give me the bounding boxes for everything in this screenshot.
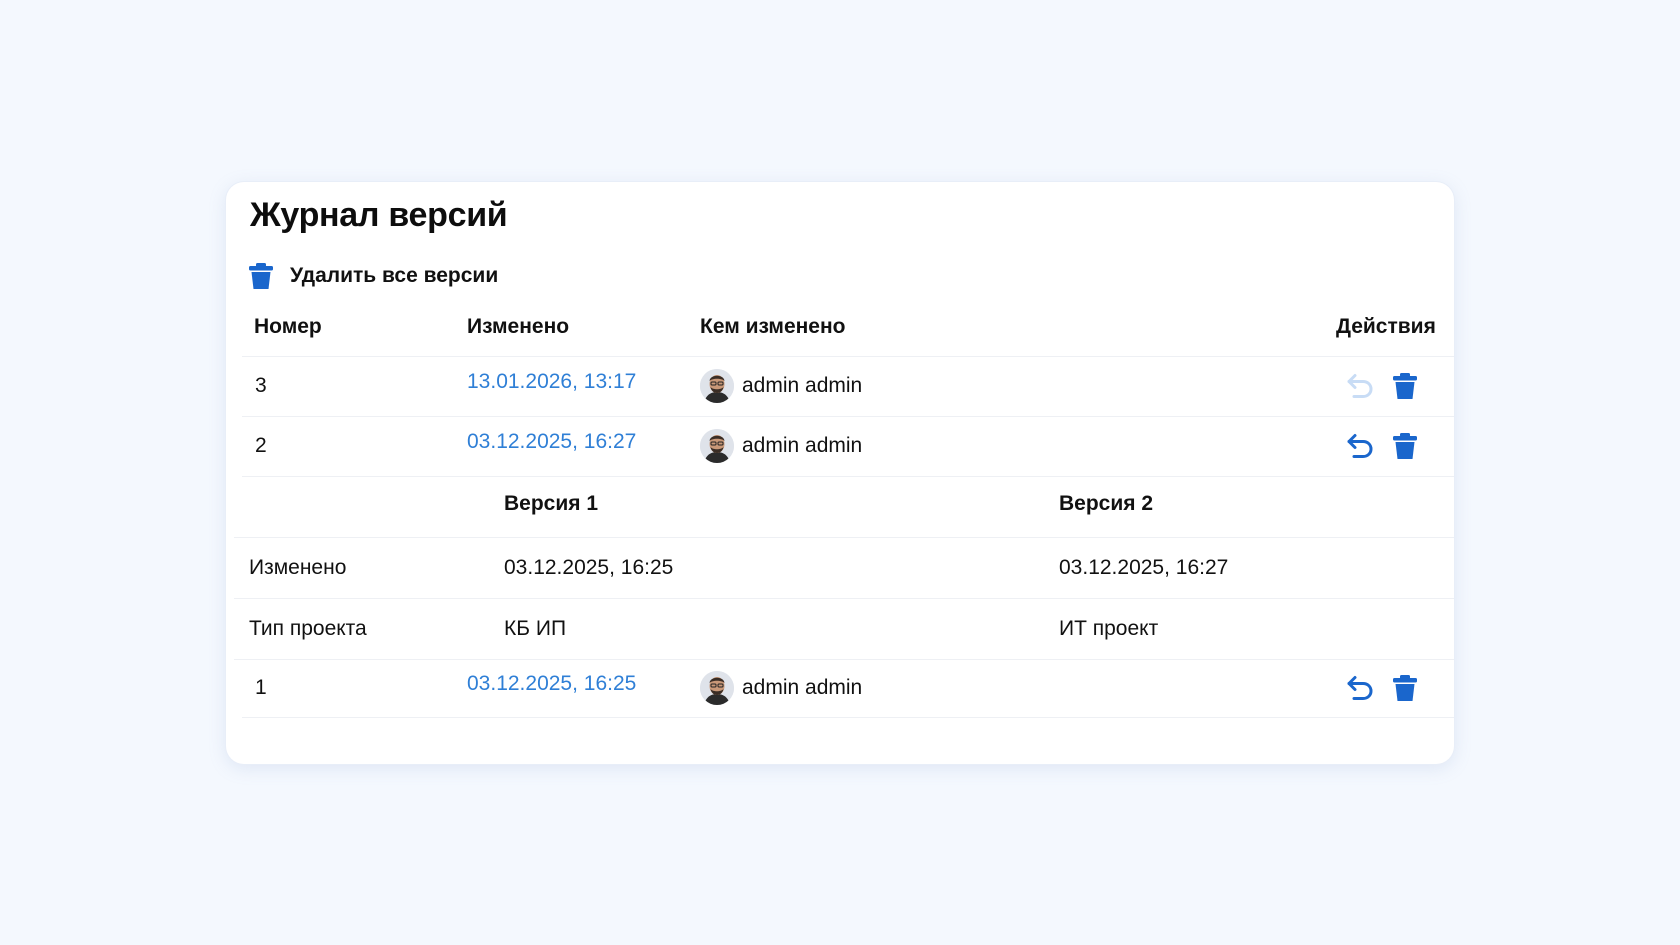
version-date-link[interactable]: 03.12.2025, 16:27 — [467, 430, 636, 454]
column-header-actions: Действия — [1336, 315, 1436, 338]
table-header: Номер Изменено Кем изменено Действия — [242, 300, 1454, 357]
undo-arrow-icon[interactable] — [1346, 432, 1374, 460]
author-name: admin admin — [742, 434, 863, 457]
trash-icon — [248, 262, 274, 290]
user-avatar — [700, 429, 734, 463]
table-row: 1 03.12.2025, 16:25 admin admin — [242, 659, 1454, 718]
comparison-field: Тип проекта — [249, 617, 367, 640]
delete-all-label: Удалить все версии — [290, 264, 499, 287]
column-header-changed-by: Кем изменено — [700, 315, 846, 338]
row-actions — [1346, 372, 1418, 400]
version-number: 1 — [255, 676, 267, 699]
delete-all-versions-button[interactable]: Удалить все версии — [248, 262, 498, 290]
trash-icon[interactable] — [1392, 674, 1418, 702]
column-header-changed: Изменено — [467, 315, 570, 338]
version-number: 2 — [255, 434, 267, 457]
comparison-field: Изменено — [249, 556, 347, 579]
comparison-value-v1: 03.12.2025, 16:25 — [504, 556, 674, 579]
comparison-header: Версия 1 Версия 2 — [234, 476, 1454, 538]
undo-arrow-icon[interactable] — [1346, 674, 1374, 702]
version-date-link[interactable]: 03.12.2025, 16:25 — [467, 672, 636, 696]
trash-icon[interactable] — [1392, 372, 1418, 400]
comparison-version1-header: Версия 1 — [504, 492, 599, 515]
trash-icon[interactable] — [1392, 432, 1418, 460]
comparison-value-v1: КБ ИП — [504, 617, 567, 640]
user-avatar — [700, 369, 734, 403]
author-name: admin admin — [742, 374, 863, 397]
panel-title: Журнал версий — [250, 196, 508, 234]
version-date-link[interactable]: 13.01.2026, 13:17 — [467, 370, 636, 394]
table-row: 2 03.12.2025, 16:27 admin admin — [242, 416, 1454, 477]
table-row: 3 13.01.2026, 13:17 admin admin — [242, 356, 1454, 417]
version-author: admin admin — [700, 429, 862, 463]
version-author: admin admin — [700, 369, 862, 403]
comparison-row: Изменено 03.12.2025, 16:25 03.12.2025, 1… — [234, 537, 1454, 599]
version-history-panel: Журнал версий Удалить все версии Номер И… — [226, 182, 1454, 764]
version-number: 3 — [255, 374, 267, 397]
comparison-value-v2: 03.12.2025, 16:27 — [1059, 556, 1229, 579]
comparison-value-v2: ИТ проект — [1059, 617, 1159, 640]
comparison-version2-header: Версия 2 — [1059, 492, 1154, 515]
undo-arrow-icon[interactable] — [1346, 372, 1374, 400]
user-avatar — [700, 671, 734, 705]
column-header-number: Номер — [254, 315, 322, 338]
author-name: admin admin — [742, 676, 863, 699]
row-actions — [1346, 432, 1418, 460]
comparison-row: Тип проекта КБ ИП ИТ проект — [234, 598, 1454, 660]
row-actions — [1346, 674, 1418, 702]
version-author: admin admin — [700, 671, 862, 705]
